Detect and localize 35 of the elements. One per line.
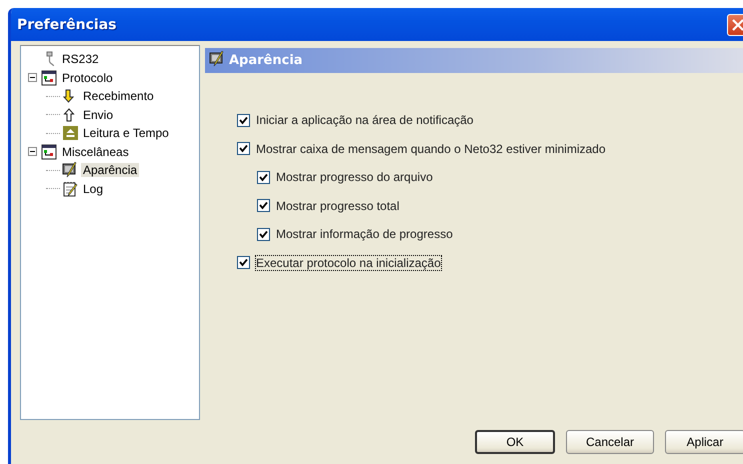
tree-item[interactable]: Envio <box>81 108 116 122</box>
tree-item[interactable]: RS232 <box>60 52 101 66</box>
notepad-pencil-icon <box>62 180 79 197</box>
tree-item[interactable]: Protocolo <box>60 70 115 85</box>
checkbox-label: Mostrar informação de progresso <box>276 227 453 242</box>
dialog-button[interactable]: Aplicar <box>665 430 743 454</box>
checkbox[interactable] <box>257 228 270 241</box>
checkbox-label: Iniciar a aplicação na área de notificação <box>256 113 474 128</box>
eject-icon <box>62 125 79 142</box>
window-title: Preferências <box>17 16 116 32</box>
dialog-button[interactable]: OK <box>475 430 555 454</box>
collapse-toggle[interactable] <box>28 147 36 156</box>
checkbox-label: Executar protocolo na inicialização <box>256 256 441 270</box>
checkbox-label: Mostrar progresso total <box>276 198 400 213</box>
tree-item[interactable]: Log <box>81 182 106 196</box>
checkbox[interactable] <box>237 142 250 156</box>
checkbox[interactable] <box>237 256 250 270</box>
hierarchy-icon <box>41 70 58 86</box>
collapse-toggle[interactable] <box>28 73 36 82</box>
panel-title: Aparência <box>229 53 303 68</box>
close-icon <box>732 18 743 30</box>
tree-item[interactable]: Recebimento <box>81 89 156 104</box>
hierarchy-icon <box>41 144 58 160</box>
dialog-button[interactable]: Cancelar <box>566 430 654 454</box>
close-button[interactable] <box>727 14 743 36</box>
checkbox[interactable] <box>237 114 250 127</box>
tree-item[interactable]: Leitura e Tempo <box>81 126 171 140</box>
monitor-pencil-icon <box>209 50 226 66</box>
monitor-pencil-icon <box>62 162 79 178</box>
tree-item[interactable]: Aparência <box>81 163 140 178</box>
tree-item[interactable]: Miscelâneas <box>60 144 131 159</box>
checkbox[interactable] <box>257 170 270 184</box>
checkbox-label: Mostrar caixa de mensagem quando o Neto32 estiver minimizado <box>256 142 606 156</box>
checkbox[interactable] <box>257 199 270 212</box>
checkbox-label: Mostrar progresso do arquivo <box>276 170 433 184</box>
